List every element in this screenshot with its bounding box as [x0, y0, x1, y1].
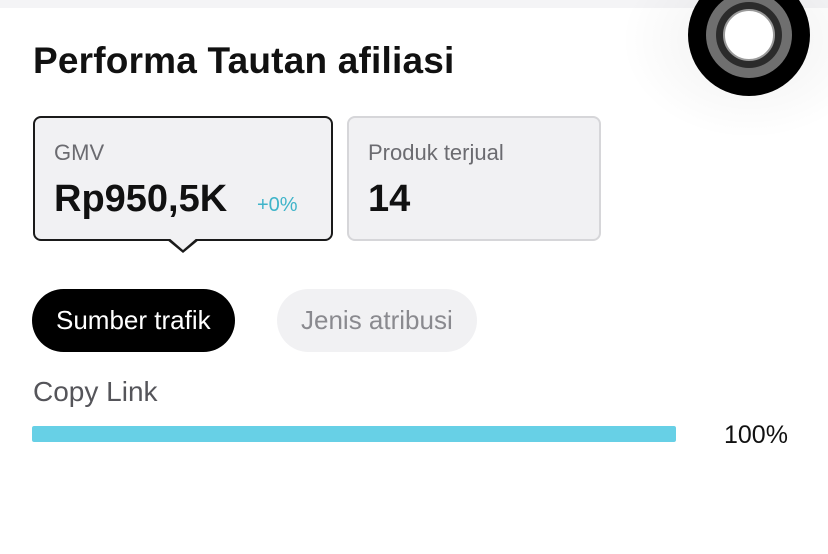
metric-card-value: Rp950,5K — [54, 178, 228, 220]
tab-traffic-source[interactable]: Sumber trafik — [32, 289, 235, 352]
traffic-source-percent: 100% — [724, 421, 788, 449]
metric-card-products-sold[interactable]: Produk terjual 14 — [347, 116, 601, 241]
selected-card-pointer-fill — [168, 237, 198, 250]
page-title: Performa Tautan afiliasi — [33, 40, 455, 81]
traffic-source-label: Copy Link — [33, 376, 158, 407]
traffic-source-bar-fill — [32, 426, 676, 442]
record-button-inner-ring — [716, 2, 782, 68]
tab-attribution-type[interactable]: Jenis atribusi — [277, 289, 477, 352]
metric-card-gmv[interactable]: GMV Rp950,5K +0% — [33, 116, 333, 241]
traffic-source-bar — [32, 426, 676, 442]
record-button-icon — [706, 0, 792, 78]
metric-card-delta: +0% — [257, 194, 298, 216]
metric-card-label: Produk terjual — [368, 140, 504, 165]
metric-card-value: 14 — [368, 178, 411, 220]
record-button-core — [723, 9, 775, 61]
page: Performa Tautan afiliasi GMV Rp950,5K +0… — [0, 0, 828, 554]
metric-card-label: GMV — [54, 140, 105, 165]
